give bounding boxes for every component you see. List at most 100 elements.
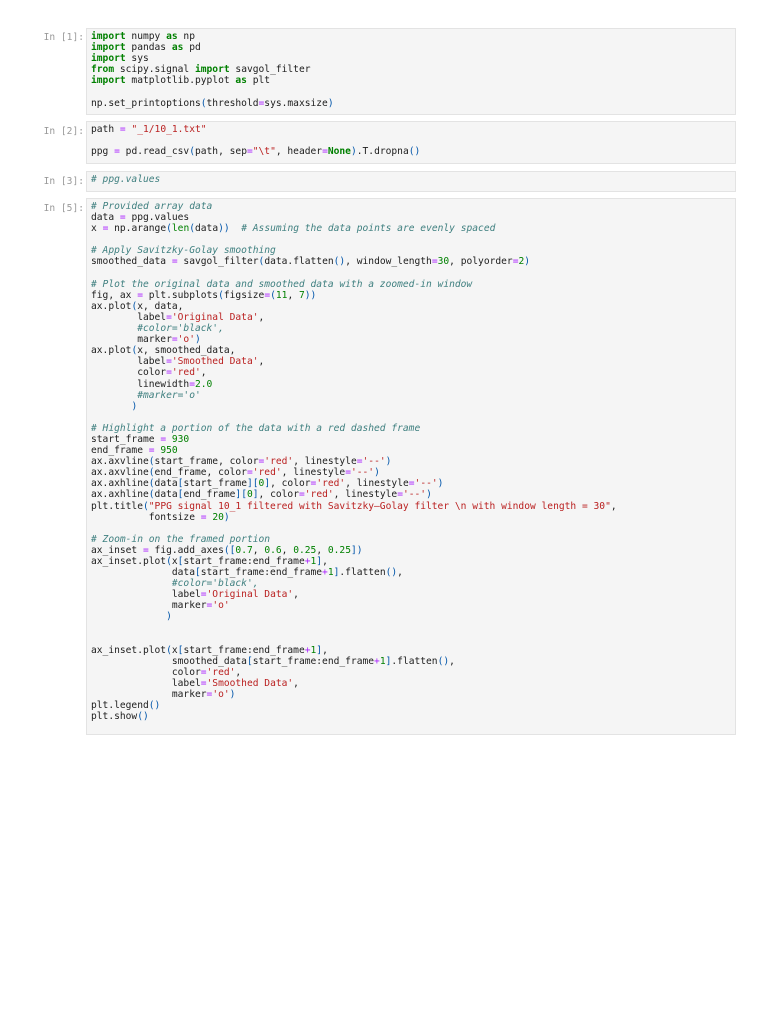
code-input-area[interactable]: import numpy as np import pandas as pd imp… bbox=[86, 28, 736, 115]
code-token: ax_inset bbox=[91, 544, 143, 556]
code-token: 'Smoothed Data' bbox=[206, 678, 294, 690]
code-line: import sys bbox=[91, 53, 735, 64]
code-input-area[interactable]: # ppg.values bbox=[86, 171, 736, 192]
code-token: path bbox=[91, 124, 120, 135]
code-token: )) bbox=[218, 223, 230, 235]
code-line: color='red', bbox=[91, 667, 735, 678]
code-token: start_frame:end_frame bbox=[200, 567, 323, 579]
code-token: import bbox=[91, 53, 126, 65]
code-token: x, smoothed_data, bbox=[137, 345, 236, 357]
code-line: # Highlight a portion of the data with a… bbox=[91, 423, 735, 434]
code-token: plt bbox=[246, 75, 271, 87]
code-token: from bbox=[91, 64, 115, 76]
cell-prompt: In [1]: bbox=[43, 32, 84, 43]
code-token: path, sep bbox=[194, 146, 247, 158]
code-token: , bbox=[322, 556, 328, 567]
code-token: , polyorder bbox=[449, 256, 513, 268]
code-token: # ppg.values bbox=[91, 174, 161, 185]
code-token: 'red' bbox=[206, 666, 236, 678]
code-line: label='Smoothed Data', bbox=[91, 678, 735, 689]
code-token: pandas bbox=[125, 42, 172, 54]
code-editor[interactable]: path = "_1/10_1.txt"​ppg = pd.read_csv(p… bbox=[91, 124, 735, 157]
code-token: np.arange bbox=[108, 223, 167, 235]
code-token: , bbox=[200, 367, 207, 379]
code-token: 0.7 bbox=[235, 544, 253, 556]
code-token: marker bbox=[91, 600, 207, 612]
code-token: label bbox=[91, 678, 201, 690]
code-line: # Provided array data bbox=[91, 201, 735, 212]
code-line: import numpy as np bbox=[91, 31, 735, 42]
code-token: # Apply Savitzky-Golay smoothing bbox=[91, 245, 276, 257]
code-token: threshold bbox=[206, 97, 259, 109]
code-token: color bbox=[91, 666, 201, 678]
code-token: 'red' bbox=[304, 489, 334, 501]
code-token: ) bbox=[385, 456, 392, 468]
code-token: ) bbox=[426, 489, 432, 501]
code-token: label bbox=[91, 356, 167, 368]
code-line: color='red', bbox=[91, 367, 735, 378]
cell-prompt: In [5]: bbox=[43, 203, 84, 214]
code-token: fig.add_axes bbox=[148, 544, 224, 556]
code-token: 0.25 bbox=[327, 544, 351, 556]
code-token: as bbox=[166, 31, 178, 42]
code-token: import bbox=[91, 75, 126, 87]
code-token: 'o' bbox=[212, 689, 230, 701]
code-token: , bbox=[252, 544, 265, 556]
code-token: , bbox=[293, 678, 299, 690]
code-line: plt.show() bbox=[91, 711, 735, 722]
code-token: ax.axvline bbox=[91, 456, 149, 468]
code-token: "PPG signal 10_1 filtered with Savitzky–… bbox=[148, 500, 611, 512]
code-token: 'red' bbox=[264, 456, 294, 468]
code-token: fontsize bbox=[91, 511, 201, 523]
code-line: start_frame = 930 bbox=[91, 434, 735, 445]
code-token: () bbox=[137, 711, 149, 723]
code-line: # Zoom-in on the framed portion bbox=[91, 534, 735, 545]
code-token: () bbox=[148, 700, 161, 712]
code-token: , window_length bbox=[345, 256, 432, 268]
code-line: # Apply Savitzky-Golay smoothing bbox=[91, 245, 735, 256]
code-token: ax.plot bbox=[91, 345, 132, 357]
code-token: , color bbox=[270, 478, 311, 490]
code-token: fig, ax bbox=[91, 289, 138, 301]
cell-prompt: In [2]: bbox=[43, 126, 84, 137]
code-token: , linestyle bbox=[345, 478, 409, 490]
code-token: ) bbox=[166, 611, 172, 623]
code-token: () bbox=[333, 256, 346, 268]
code-token: , bbox=[397, 567, 403, 579]
code-token: np.set_printoptions bbox=[91, 97, 201, 109]
code-line: fig, ax = plt.subplots(figsize=(11, 7)) bbox=[91, 290, 735, 301]
code-line: marker='o' bbox=[91, 600, 735, 611]
code-editor[interactable]: # ppg.values bbox=[91, 174, 735, 185]
code-token: numpy bbox=[125, 31, 167, 42]
code-token: , bbox=[449, 655, 455, 667]
code-line: ax.axhline(data[end_frame][0], color='re… bbox=[91, 489, 735, 500]
code-token: #color='black', bbox=[137, 323, 224, 335]
code-line: marker='o') bbox=[91, 334, 735, 345]
code-token: #marker='o' bbox=[137, 389, 201, 401]
code-token: ]) bbox=[350, 544, 363, 556]
code-token: import bbox=[91, 42, 126, 54]
code-input-area[interactable]: path = "_1/10_1.txt"​ppg = pd.read_csv(p… bbox=[86, 121, 736, 164]
code-token: 30 bbox=[437, 256, 450, 268]
code-token: as bbox=[171, 42, 184, 54]
code-token: sys.maxsize bbox=[264, 97, 328, 109]
code-line: ax.axhline(data[start_frame][0], color='… bbox=[91, 478, 735, 489]
code-line: label='Original Data', bbox=[91, 312, 735, 323]
code-token: , linestyle bbox=[293, 456, 357, 468]
code-editor[interactable]: # Provided array data data = ppg.values x … bbox=[91, 201, 735, 722]
code-editor[interactable]: import numpy as np import pandas as pd imp… bbox=[91, 31, 735, 109]
code-token: 20 bbox=[212, 511, 224, 523]
code-token: 'red' bbox=[252, 467, 282, 479]
code-token: .flatten bbox=[391, 655, 438, 667]
code-token: ax.axhline bbox=[91, 489, 149, 501]
code-line: ax_inset.plot(x[start_frame:end_frame+1]… bbox=[91, 556, 735, 567]
code-token: , linestyle bbox=[333, 489, 398, 501]
code-token: ax_inset.plot bbox=[91, 644, 167, 656]
code-input-area[interactable]: # Provided array data data = ppg.values x … bbox=[86, 198, 736, 735]
code-token: 950 bbox=[160, 445, 178, 457]
code-token: , bbox=[287, 289, 299, 301]
code-token: savgol_filter bbox=[229, 64, 311, 76]
code-token: ) bbox=[194, 334, 201, 346]
